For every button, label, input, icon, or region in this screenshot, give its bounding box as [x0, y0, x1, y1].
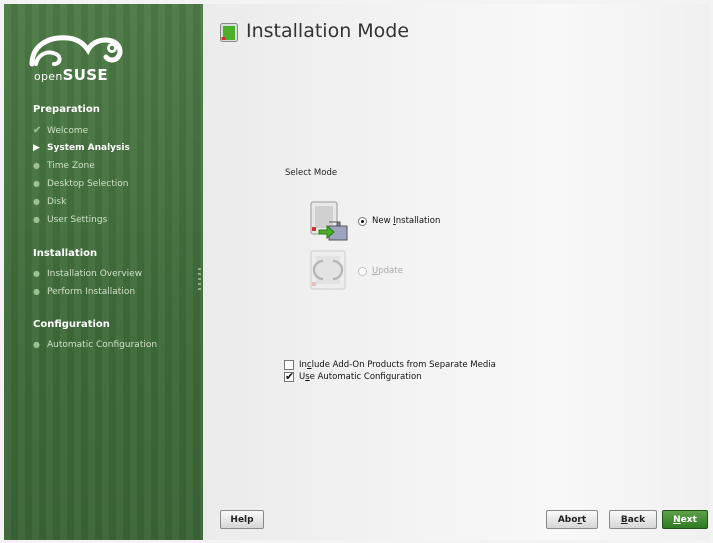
checkbox-label: Use Automatic Configuration: [299, 372, 422, 382]
checkbox-box[interactable]: [284, 360, 294, 370]
help-button[interactable]: Help: [220, 510, 264, 529]
section-configuration: Configuration: [33, 319, 110, 330]
current-arrow-icon: ▶: [33, 143, 40, 153]
bullet-icon: ●: [33, 197, 40, 206]
section-preparation: Preparation: [33, 104, 100, 115]
step-time-zone: ● Time Zone: [33, 161, 95, 171]
step-desktop-selection: ● Desktop Selection: [33, 179, 128, 189]
bullet-icon: ●: [33, 179, 40, 188]
abort-button[interactable]: Abo r t: [546, 510, 598, 529]
checkbox-automatic-configuration[interactable]: ✔ Use Automatic Configuration: [284, 370, 422, 383]
bullet-icon: ●: [33, 215, 40, 224]
bullet-icon: ●: [33, 161, 40, 170]
bullet-icon: ●: [33, 269, 40, 278]
checkbox-label: Include Add-On Products from Separate Me…: [299, 360, 496, 370]
step-disk: ● Disk: [33, 197, 66, 207]
main-panel: Installation Mode Select Mode New Instal…: [203, 4, 710, 540]
step-user-settings: ● User Settings: [33, 215, 107, 225]
checkbox-box[interactable]: ✔: [284, 370, 295, 383]
radio-button[interactable]: [358, 266, 367, 276]
installation-mode-icon: [220, 23, 238, 42]
step-installation-overview: ● Installation Overview: [33, 269, 142, 279]
step-label: Automatic Configuration: [47, 340, 158, 350]
select-mode-label: Select Mode: [285, 168, 338, 178]
radio-update[interactable]: Update: [358, 266, 403, 276]
step-perform-installation: ● Perform Installation: [33, 287, 135, 297]
bullet-icon: ●: [33, 287, 40, 296]
radio-button[interactable]: [358, 216, 367, 226]
radio-label: New Installation: [372, 216, 441, 226]
step-welcome: ✔ Welcome: [33, 125, 88, 136]
checkmark-icon: ✔: [285, 370, 295, 383]
step-label: Welcome: [47, 126, 89, 136]
radio-new-installation[interactable]: New Installation: [358, 216, 440, 226]
wordmark-prefix: open: [34, 70, 63, 83]
bullet-icon: ●: [33, 340, 40, 349]
sidebar-resize-handle[interactable]: [198, 268, 201, 290]
page-title: Installation Mode: [246, 20, 410, 42]
step-label: Desktop Selection: [47, 179, 129, 189]
step-label: Perform Installation: [47, 287, 136, 297]
update-icon: [310, 250, 346, 290]
radio-label: Update: [372, 266, 403, 276]
step-system-analysis: ▶ System Analysis: [33, 143, 130, 153]
section-installation: Installation: [33, 248, 98, 259]
opensuse-wordmark: openSUSE: [34, 66, 108, 84]
next-button[interactable]: Next: [662, 510, 708, 529]
step-label: Installation Overview: [47, 269, 143, 279]
step-label: Time Zone: [47, 161, 95, 171]
new-installation-icon: [310, 201, 348, 241]
checkmark-icon: ✔: [33, 125, 42, 136]
sidebar: openSUSE Preparation ✔ Welcome ▶ System An…: [4, 4, 203, 540]
step-label: System Analysis: [47, 143, 130, 153]
checkbox-include-addon[interactable]: Include Add-On Products from Separate Me…: [284, 360, 496, 370]
back-button[interactable]: Back: [609, 510, 657, 529]
wordmark-suffix: SUSE: [62, 66, 108, 84]
step-label: Disk: [47, 197, 67, 207]
step-label: User Settings: [47, 215, 108, 225]
step-automatic-configuration: ● Automatic Configuration: [33, 340, 157, 350]
